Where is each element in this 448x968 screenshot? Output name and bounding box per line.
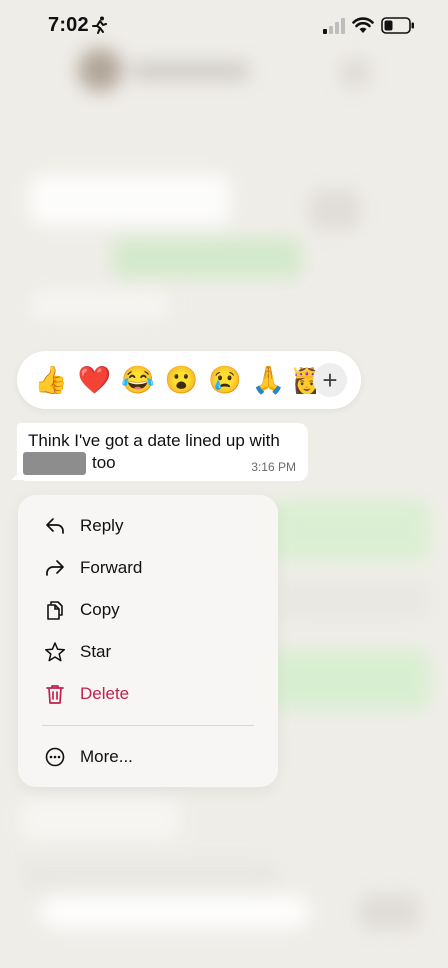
reaction-thumbs-up[interactable]: 👍	[29, 366, 73, 394]
menu-item-star[interactable]: Star	[18, 631, 278, 673]
plus-icon: +	[322, 365, 338, 395]
menu-item-forward[interactable]: Forward	[18, 547, 278, 589]
add-reaction-button[interactable]: +	[313, 363, 347, 397]
blurred-chat-background	[0, 0, 448, 968]
reaction-tears-of-joy[interactable]: 😂	[116, 366, 160, 394]
message-timestamp: 3:16 PM	[251, 460, 296, 474]
menu-divider	[42, 725, 254, 726]
menu-item-label: Star	[80, 642, 112, 661]
reaction-crying[interactable]: 😢	[203, 366, 247, 394]
message-bubble[interactable]: Think I've got a date lined up with too …	[17, 423, 308, 481]
star-icon	[44, 642, 66, 662]
message-text-line1: Think I've got a date lined up with	[28, 431, 280, 450]
menu-item-copy[interactable]: Copy	[18, 589, 278, 631]
running-person-icon	[92, 16, 107, 38]
menu-item-more[interactable]: More...	[18, 736, 278, 778]
reaction-surprised[interactable]: 😮	[160, 366, 204, 394]
cellular-signal-icon	[323, 18, 345, 34]
menu-item-label: More...	[80, 747, 133, 766]
redacted-name	[23, 452, 86, 475]
reaction-red-heart[interactable]: ❤️	[73, 366, 117, 394]
trash-icon	[46, 685, 64, 704]
forward-icon	[46, 560, 64, 576]
message-text-line2: too	[92, 453, 116, 472]
status-time: 7:02	[48, 14, 89, 36]
battery-icon	[381, 17, 414, 34]
more-icon	[45, 747, 65, 767]
menu-item-label: Forward	[80, 558, 143, 577]
wifi-icon	[352, 17, 374, 33]
menu-item-label: Delete	[80, 684, 130, 703]
message-context-menu: Reply Forward Copy Star Delete More...	[18, 495, 278, 787]
reply-icon	[46, 518, 64, 534]
reaction-folded-hands[interactable]: 🙏	[247, 366, 291, 394]
reaction-bar: 👍 ❤️ 😂 😮 😢 🙏 👸 +	[17, 351, 361, 409]
menu-item-label: Reply	[80, 516, 124, 535]
copy-icon	[47, 601, 63, 620]
menu-item-delete[interactable]: Delete	[18, 673, 278, 715]
menu-item-reply[interactable]: Reply	[18, 505, 278, 547]
status-bar: 7:02	[0, 0, 448, 52]
menu-item-label: Copy	[80, 600, 120, 619]
